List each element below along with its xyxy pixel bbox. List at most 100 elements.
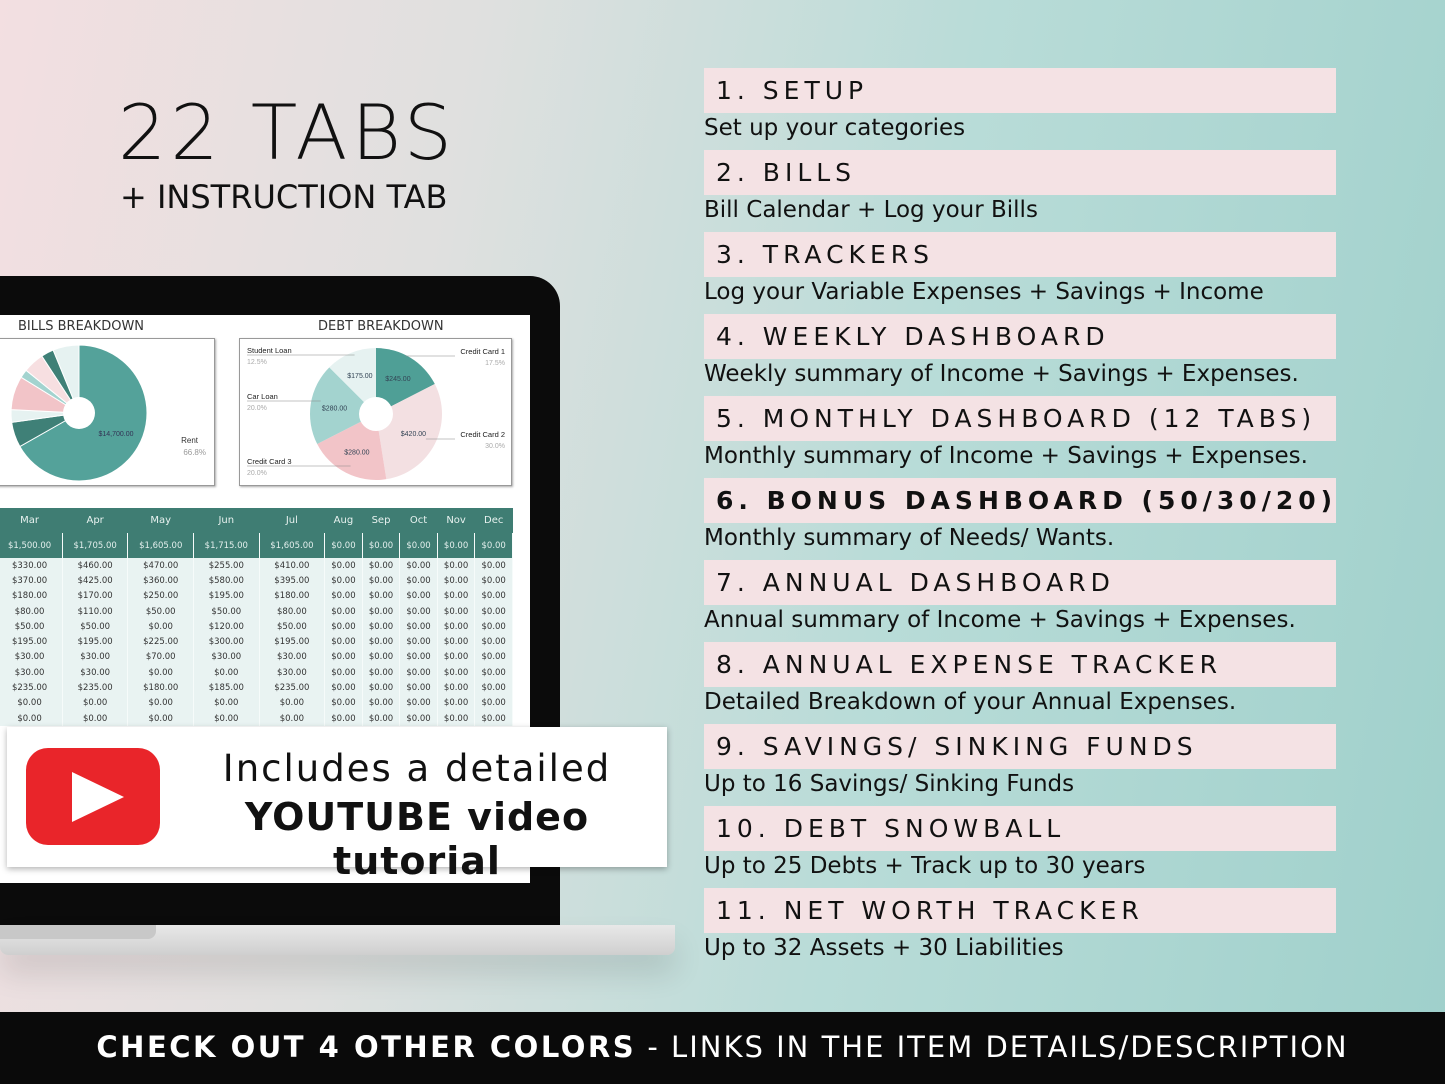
table-cell[interactable]: $0.00 [437,573,476,589]
table-cell[interactable]: $0.00 [324,680,363,696]
table-cell[interactable]: $0.00 [362,558,401,574]
table-cell[interactable]: $195.00 [259,634,326,650]
table-cell[interactable]: $50.00 [62,619,129,635]
table-cell[interactable]: $0.00 [437,619,476,635]
table-cell[interactable]: $30.00 [193,649,260,666]
table-cell[interactable]: $0.00 [324,649,363,666]
table-cell[interactable]: $235.00 [62,680,129,696]
table-cell[interactable]: $120.00 [193,619,260,635]
table-cell[interactable]: $330.00 [0,558,63,574]
table-cell[interactable]: $470.00 [127,558,195,574]
table-cell[interactable]: $300.00 [193,634,260,650]
table-cell[interactable]: $250.00 [127,588,195,604]
table-cell[interactable]: $0.00 [324,710,363,727]
table-cell[interactable]: $0.00 [399,588,438,604]
table-cell[interactable]: $1,605.00 [259,533,326,558]
table-cell[interactable]: $30.00 [259,665,326,681]
table-cell[interactable]: $0.00 [259,695,326,711]
table-cell[interactable]: $0.00 [324,665,363,681]
table-cell[interactable]: $0.00 [0,695,63,711]
table-cell[interactable]: $70.00 [127,649,195,666]
table-cell[interactable]: $395.00 [259,573,326,589]
table-cell[interactable]: $0.00 [474,588,513,604]
table-cell[interactable]: $180.00 [127,680,195,696]
table-cell[interactable]: $0.00 [362,588,401,604]
table-cell[interactable]: $1,705.00 [62,533,129,558]
table-cell[interactable]: $0.00 [437,680,476,696]
table-cell[interactable]: $0.00 [437,665,476,681]
table-cell[interactable]: $50.00 [127,603,195,620]
table-cell[interactable]: $0.00 [193,695,260,711]
table-cell[interactable]: $0.00 [474,665,513,681]
table-cell[interactable]: $0.00 [437,558,476,574]
table-cell[interactable]: $0.00 [474,533,513,558]
table-cell[interactable]: $30.00 [62,649,129,666]
table-cell[interactable]: $0.00 [399,558,438,574]
table-cell[interactable]: $0.00 [399,573,438,589]
table-cell[interactable]: $0.00 [127,695,195,711]
table-cell[interactable]: $1,500.00 [0,533,63,558]
table-cell[interactable]: $0.00 [474,649,513,666]
table-cell[interactable]: $0.00 [474,619,513,635]
table-cell[interactable]: $255.00 [193,558,260,574]
table-cell[interactable]: $0.00 [259,710,326,727]
table-cell[interactable]: $0.00 [362,665,401,681]
table-cell[interactable]: $0.00 [437,649,476,666]
table-cell[interactable]: $225.00 [127,634,195,650]
table-cell[interactable]: $0.00 [324,573,363,589]
table-cell[interactable]: $30.00 [62,665,129,681]
table-cell[interactable]: $0.00 [362,695,401,711]
table-cell[interactable]: $50.00 [193,603,260,620]
table-cell[interactable]: $0.00 [399,649,438,666]
table-cell[interactable]: $0.00 [127,619,195,635]
table-cell[interactable]: $0.00 [0,710,63,727]
table-cell[interactable]: $410.00 [259,558,326,574]
table-cell[interactable]: $0.00 [324,619,363,635]
table-cell[interactable]: $0.00 [362,710,401,727]
table-cell[interactable]: $0.00 [127,665,195,681]
table-cell[interactable]: $0.00 [324,533,363,558]
table-cell[interactable]: $1,715.00 [193,533,260,558]
table-cell[interactable]: $0.00 [399,619,438,635]
table-cell[interactable]: $30.00 [259,649,326,666]
table-cell[interactable]: $50.00 [0,619,63,635]
table-cell[interactable]: $460.00 [62,558,129,574]
table-cell[interactable]: $0.00 [437,695,476,711]
table-cell[interactable]: $0.00 [362,533,401,558]
table-cell[interactable]: $0.00 [399,634,438,650]
table-cell[interactable]: $0.00 [62,710,129,727]
table-cell[interactable]: $0.00 [474,695,513,711]
table-cell[interactable]: $0.00 [437,603,476,620]
table-cell[interactable]: $360.00 [127,573,195,589]
table-cell[interactable]: $80.00 [259,603,326,620]
table-cell[interactable]: $580.00 [193,573,260,589]
table-cell[interactable]: $0.00 [399,603,438,620]
table-cell[interactable]: $0.00 [127,710,195,727]
table-cell[interactable]: $0.00 [362,619,401,635]
table-cell[interactable]: $195.00 [193,588,260,604]
table-cell[interactable]: $0.00 [324,695,363,711]
youtube-logo[interactable] [26,748,160,845]
table-cell[interactable]: $0.00 [474,634,513,650]
table-cell[interactable]: $0.00 [399,680,438,696]
table-cell[interactable]: $0.00 [437,588,476,604]
table-cell[interactable]: $1,605.00 [127,533,195,558]
table-cell[interactable]: $195.00 [0,634,63,650]
table-cell[interactable]: $180.00 [0,588,63,604]
table-cell[interactable]: $0.00 [399,533,438,558]
table-cell[interactable]: $0.00 [362,573,401,589]
table-cell[interactable]: $0.00 [362,680,401,696]
table-cell[interactable]: $110.00 [62,603,129,620]
table-cell[interactable]: $0.00 [474,710,513,727]
table-cell[interactable]: $0.00 [362,634,401,650]
table-cell[interactable]: $0.00 [193,665,260,681]
table-cell[interactable]: $0.00 [474,573,513,589]
table-cell[interactable]: $30.00 [0,649,63,666]
table-cell[interactable]: $50.00 [259,619,326,635]
table-cell[interactable]: $0.00 [324,558,363,574]
table-cell[interactable]: $0.00 [193,710,260,727]
table-cell[interactable]: $170.00 [62,588,129,604]
table-cell[interactable]: $370.00 [0,573,63,589]
table-cell[interactable]: $0.00 [362,649,401,666]
table-cell[interactable]: $0.00 [437,634,476,650]
